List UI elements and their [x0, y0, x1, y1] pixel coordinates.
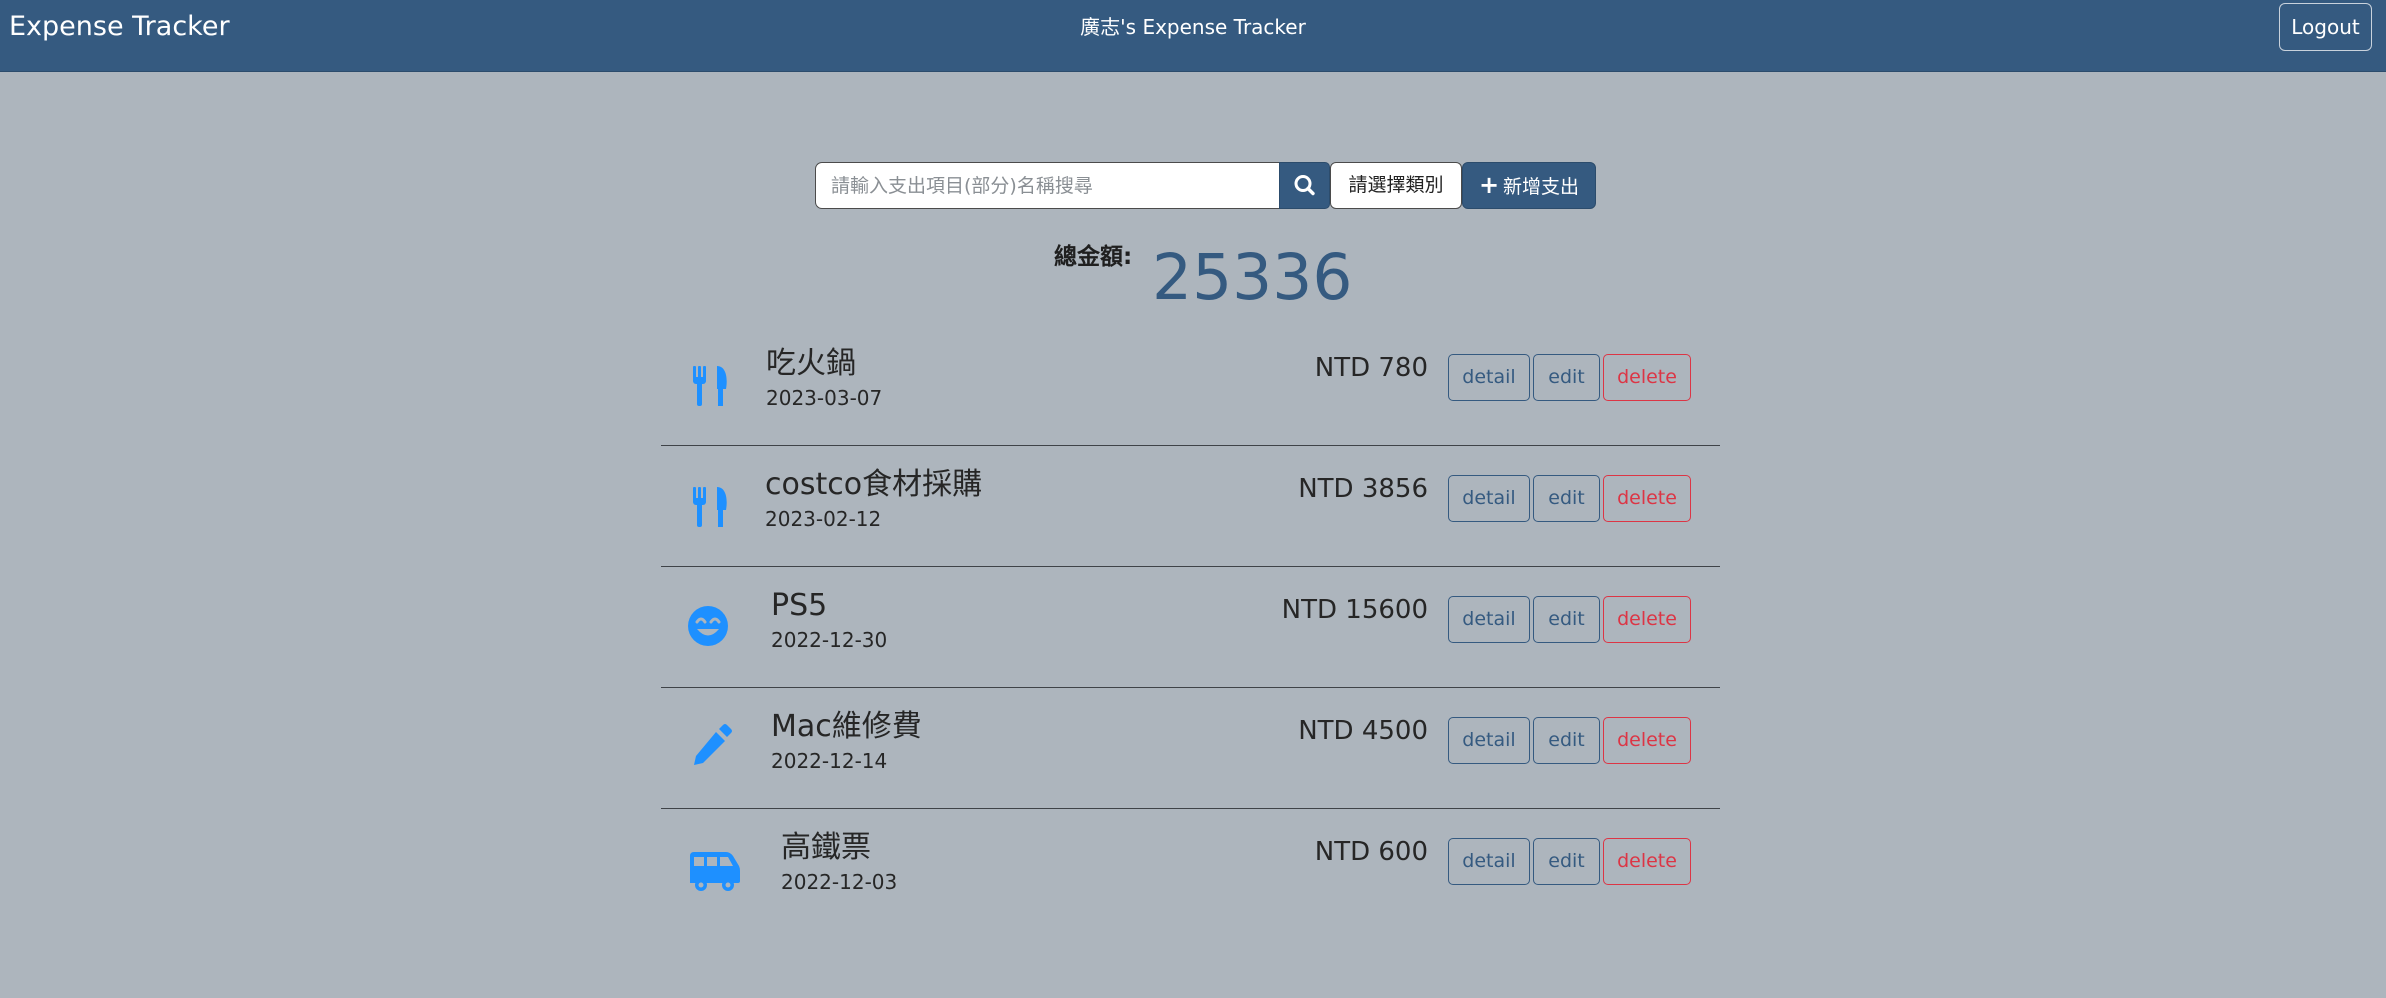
expense-date: 2022-12-14	[771, 749, 888, 773]
expense-amount: NTD 780	[1314, 353, 1428, 383]
expense-date: 2023-02-12	[765, 507, 882, 531]
delete-button[interactable]: delete	[1603, 838, 1691, 885]
expense-item: 高鐵票 2022-12-03 NTD 600 detail edit delet…	[661, 809, 1720, 930]
expense-date: 2022-12-30	[771, 628, 888, 652]
utensils-icon	[693, 487, 727, 527]
pen-icon	[694, 724, 732, 765]
expense-item: 吃火鍋 2023-03-07 NTD 780 detail edit delet…	[661, 325, 1720, 446]
search-button[interactable]	[1279, 162, 1330, 209]
expense-date: 2022-12-03	[781, 870, 898, 894]
expense-amount: NTD 4500	[1298, 716, 1428, 746]
navbar-title: 廣志's Expense Tracker	[1080, 15, 1306, 39]
logout-button[interactable]: Logout	[2279, 3, 2372, 51]
expense-amount: NTD 3856	[1298, 474, 1428, 504]
detail-button[interactable]: detail	[1448, 354, 1530, 401]
edit-button[interactable]: edit	[1533, 717, 1600, 764]
edit-button[interactable]: edit	[1533, 838, 1600, 885]
delete-button[interactable]: delete	[1603, 475, 1691, 522]
expense-name: Mac維修費	[771, 709, 922, 744]
edit-button[interactable]: edit	[1533, 596, 1600, 643]
add-expense-label: 新增支出	[1503, 176, 1580, 198]
search-icon	[1294, 175, 1315, 196]
expense-name: PS5	[771, 588, 828, 623]
expense-item: Mac維修費 2022-12-14 NTD 4500 detail edit d…	[661, 688, 1720, 809]
delete-button[interactable]: delete	[1603, 354, 1691, 401]
detail-button[interactable]: detail	[1448, 838, 1530, 885]
expense-name: 吃火鍋	[766, 346, 856, 381]
plus-icon: +	[1478, 171, 1500, 199]
search-input[interactable]	[815, 162, 1280, 209]
detail-button[interactable]: detail	[1448, 596, 1530, 643]
delete-button[interactable]: delete	[1603, 717, 1691, 764]
utensils-icon	[693, 366, 727, 406]
total-value: 25336	[1152, 241, 1353, 314]
detail-button[interactable]: detail	[1448, 717, 1530, 764]
edit-button[interactable]: edit	[1533, 354, 1600, 401]
expense-item: PS5 2022-12-30 NTD 15600 detail edit del…	[661, 567, 1720, 688]
edit-button[interactable]: edit	[1533, 475, 1600, 522]
expense-amount: NTD 600	[1314, 837, 1428, 867]
navbar: Expense Tracker 廣志's Expense Tracker Log…	[0, 0, 2386, 72]
add-expense-button[interactable]: + 新增支出	[1462, 162, 1596, 209]
expense-amount: NTD 15600	[1281, 595, 1428, 625]
expense-item: costco食材採購 2023-02-12 NTD 3856 detail ed…	[661, 446, 1720, 567]
total-label: 總金額:	[1054, 244, 1133, 270]
expense-name: 高鐵票	[781, 830, 871, 865]
expense-name: costco食材採購	[765, 467, 983, 502]
smile-icon	[688, 606, 728, 646]
detail-button[interactable]: detail	[1448, 475, 1530, 522]
shuttle-van-icon	[690, 852, 740, 891]
expense-date: 2023-03-07	[766, 386, 883, 410]
category-select[interactable]: 請選擇類別	[1330, 162, 1462, 209]
delete-button[interactable]: delete	[1603, 596, 1691, 643]
